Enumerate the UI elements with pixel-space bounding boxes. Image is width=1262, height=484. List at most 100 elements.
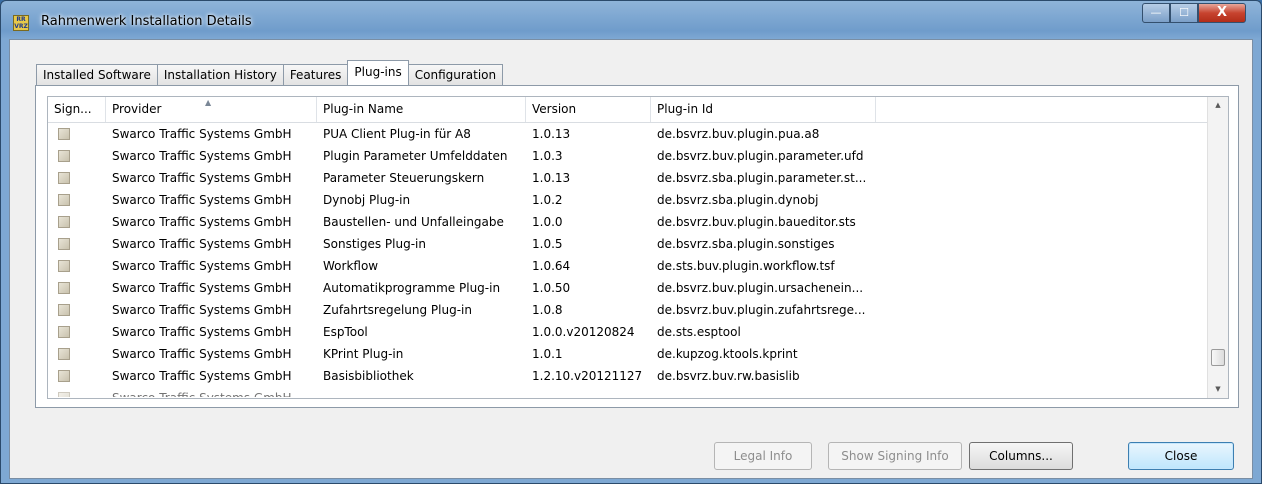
id-cell: de.bsvrz.buv.plugin.parameter.ufd: [657, 149, 864, 163]
scrollbar-thumb[interactable]: [1211, 349, 1225, 366]
columns-button[interactable]: Columns...: [969, 442, 1073, 470]
provider-cell: Swarco Traffic Systems GmbH: [112, 325, 292, 339]
tab-installation-history[interactable]: Installation History: [156, 64, 284, 85]
signature-certificate-icon: [58, 370, 70, 382]
signed-cell: [48, 211, 106, 233]
version-cell: 1.0.3: [532, 149, 563, 163]
table-body: Swarco Traffic Systems GmbH PUA Client Pl…: [48, 123, 1208, 397]
close-window-button[interactable]: X: [1198, 3, 1246, 23]
signature-certificate-icon: [58, 216, 70, 228]
id-cell: de.bsvrz.buv.plugin.zufahrtsrege...: [657, 303, 866, 317]
column-header-plugin-name[interactable]: Plug-in Name: [317, 97, 526, 122]
table-row[interactable]: Swarco Traffic Systems GmbH Automatikprog…: [48, 277, 1208, 299]
table-row[interactable]: Swarco Traffic Systems GmbH Zufahrtsregel…: [48, 299, 1208, 321]
sort-ascending-icon: ▲: [205, 98, 212, 107]
id-cell: de.sts.esptool: [657, 325, 741, 339]
signed-cell: [48, 365, 106, 387]
scroll-up-icon[interactable]: ▲: [1208, 97, 1228, 114]
id-cell: de.sts.buv.plugin.workflow.tsf: [657, 259, 835, 273]
version-cell: 1.0.13: [532, 127, 571, 141]
signature-certificate-icon: [58, 260, 70, 272]
id-cell: de.bsvrz.sba.plugin.sonstiges: [657, 237, 835, 251]
name-cell: PUA Client Plug-in für A8: [323, 127, 471, 141]
signed-cell: [48, 299, 106, 321]
tab-features[interactable]: Features: [282, 64, 349, 85]
table-header: Sign... Provider ▲ Plug-in Name Version …: [48, 97, 1208, 123]
show-signing-info-button[interactable]: Show Signing Info: [828, 442, 962, 470]
signed-cell: [48, 189, 106, 211]
signature-certificate-icon: [58, 304, 70, 316]
tab-configuration[interactable]: Configuration: [407, 64, 504, 85]
signed-cell: [48, 123, 106, 145]
scroll-down-icon[interactable]: ▼: [1208, 381, 1228, 398]
signed-cell: [48, 277, 106, 299]
name-cell: KPrint Plug-in: [323, 347, 404, 361]
version-cell: 1.2.10.v20121127: [532, 369, 643, 383]
signature-certificate-icon: [58, 326, 70, 338]
name-cell: Dynobj Plug-in: [323, 193, 411, 207]
id-cell: de.bsvrz.sba.plugin.dynobj: [657, 193, 819, 207]
table-row[interactable]: Swarco Traffic Systems GmbH Parameter Ste…: [48, 167, 1208, 189]
legal-info-button[interactable]: Legal Info: [714, 442, 812, 470]
signed-cell: [48, 343, 106, 365]
signature-certificate-icon: [58, 172, 70, 184]
signature-certificate-icon: [58, 194, 70, 206]
signed-cell: [48, 233, 106, 255]
provider-cell: Swarco Traffic Systems GmbH: [112, 237, 292, 251]
provider-cell: Swarco Traffic Systems GmbH: [112, 171, 292, 185]
id-cell: de.bsvrz.buv.plugin.baueditor.sts: [657, 215, 856, 229]
table-row[interactable]: Swarco Traffic Systems GmbH Workflow 1.0.6…: [48, 255, 1208, 277]
tab-plug-ins[interactable]: Plug-ins: [347, 60, 409, 85]
table-row[interactable]: Swarco Traffic Systems GmbH Dynobj Plug-i…: [48, 189, 1208, 211]
column-header-plugin-id[interactable]: Plug-in Id: [651, 97, 876, 122]
column-header-filler: [876, 97, 1208, 122]
column-header-version[interactable]: Version: [526, 97, 651, 122]
column-header-signed[interactable]: Sign...: [48, 97, 106, 122]
table-row[interactable]: Swarco Traffic Systems GmbH: [48, 387, 1208, 397]
vertical-scrollbar[interactable]: ▲ ▼: [1207, 97, 1228, 398]
provider-cell: Swarco Traffic Systems GmbH: [112, 281, 292, 295]
provider-cell: Swarco Traffic Systems GmbH: [112, 303, 292, 317]
column-header-provider[interactable]: Provider: [106, 97, 317, 122]
version-cell: 1.0.8: [532, 303, 563, 317]
name-cell: Zufahrtsregelung Plug-in: [323, 303, 472, 317]
table-row[interactable]: Swarco Traffic Systems GmbH EspTool 1.0.0.…: [48, 321, 1208, 343]
tab-bar: Installed Software Installation History …: [36, 60, 504, 85]
signature-certificate-icon: [58, 392, 70, 397]
signed-cell: [48, 255, 106, 277]
provider-cell: Swarco Traffic Systems GmbH: [112, 215, 292, 229]
signed-cell: [48, 167, 106, 189]
title-bar[interactable]: RR VRZ Rahmenwerk Installation Details —…: [1, 1, 1261, 39]
name-cell: Plugin Parameter Umfelddaten: [323, 149, 508, 163]
id-cell: de.bsvrz.buv.plugin.pua.a8: [657, 127, 820, 141]
provider-cell: Swarco Traffic Systems GmbH: [112, 347, 292, 361]
signed-cell: [48, 321, 106, 343]
name-cell: Baustellen- und Unfalleingabe: [323, 215, 504, 229]
installation-details-window: RR VRZ Rahmenwerk Installation Details —…: [0, 0, 1262, 484]
close-button[interactable]: Close: [1128, 442, 1234, 470]
name-cell: Workflow: [323, 259, 379, 273]
version-cell: 1.0.13: [532, 171, 571, 185]
id-cell: de.bsvrz.buv.plugin.ursachenein...: [657, 281, 864, 295]
name-cell: Basisbibliothek: [323, 369, 414, 383]
name-cell: Automatikprogramme Plug-in: [323, 281, 501, 295]
minimize-button[interactable]: —: [1142, 3, 1170, 23]
table-row[interactable]: Swarco Traffic Systems GmbH Baustellen- u…: [48, 211, 1208, 233]
signed-cell: [48, 145, 106, 167]
table-row[interactable]: Swarco Traffic Systems GmbH Plugin Parame…: [48, 145, 1208, 167]
name-cell: Sonstiges Plug-in: [323, 237, 426, 251]
version-cell: 1.0.5: [532, 237, 563, 251]
table-row[interactable]: Swarco Traffic Systems GmbH Basisbiblioth…: [48, 365, 1208, 387]
id-cell: de.bsvrz.buv.rw.basislib: [657, 369, 800, 383]
table-row[interactable]: Swarco Traffic Systems GmbH PUA Client Pl…: [48, 123, 1208, 145]
window-title: Rahmenwerk Installation Details: [41, 14, 252, 29]
provider-cell: Swarco Traffic Systems GmbH: [112, 193, 292, 207]
table-row[interactable]: Swarco Traffic Systems GmbH KPrint Plug-i…: [48, 343, 1208, 365]
tab-installed-software[interactable]: Installed Software: [36, 64, 158, 85]
provider-cell: Swarco Traffic Systems GmbH: [112, 149, 292, 163]
maximize-button[interactable]: ☐: [1170, 3, 1198, 23]
version-cell: 1.0.0.v20120824: [532, 325, 635, 339]
plugins-table: Sign... Provider ▲ Plug-in Name Version …: [47, 96, 1229, 399]
app-icon: RR VRZ: [13, 15, 29, 31]
table-row[interactable]: Swarco Traffic Systems GmbH Sonstiges Plu…: [48, 233, 1208, 255]
